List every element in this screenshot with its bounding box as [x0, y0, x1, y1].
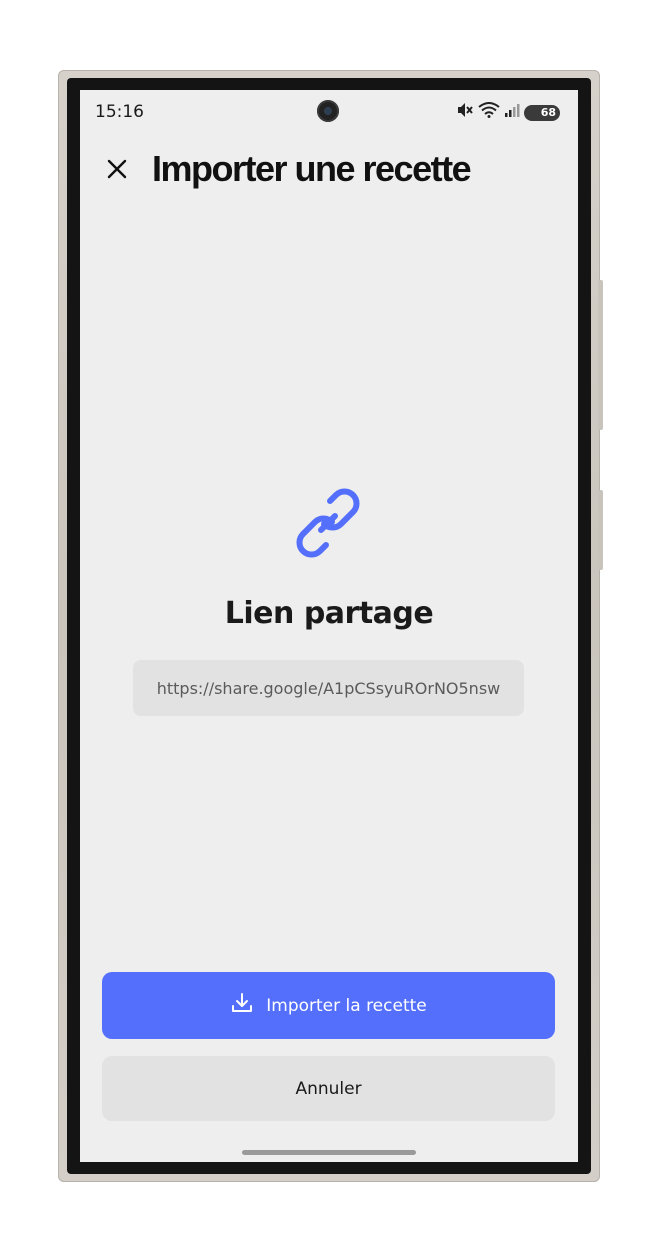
import-recipe-button[interactable]: Importer la recette [102, 972, 555, 1039]
page-title: Importer une recette [152, 148, 472, 189]
volume-button [598, 490, 603, 570]
front-camera [317, 100, 339, 122]
status-icons: 68 [456, 102, 560, 123]
status-time: 15:16 [95, 102, 144, 122]
close-button[interactable] [100, 154, 134, 188]
import-recipe-label: Importer la recette [266, 995, 427, 1016]
download-icon [230, 991, 254, 1020]
power-button [598, 280, 603, 430]
status-bar: 15:16 68 [80, 90, 578, 134]
close-icon [106, 158, 128, 185]
mute-icon [456, 102, 474, 123]
app-screen: 15:16 68 Importer une recette Lien parta… [80, 90, 578, 1162]
link-title: Lien partage [224, 596, 434, 631]
link-icon [288, 483, 368, 563]
wifi-icon [478, 102, 500, 123]
app-header: Importer une recette [80, 142, 578, 198]
home-indicator[interactable] [242, 1150, 416, 1155]
cancel-button[interactable]: Annuler [102, 1056, 555, 1121]
cancel-label: Annuler [295, 1078, 362, 1099]
signal-icon [504, 102, 520, 123]
battery-icon: 68 [524, 104, 560, 121]
share-url-field[interactable]: https://share.google/A1pCSsyuROrNO5nsw [133, 660, 524, 716]
